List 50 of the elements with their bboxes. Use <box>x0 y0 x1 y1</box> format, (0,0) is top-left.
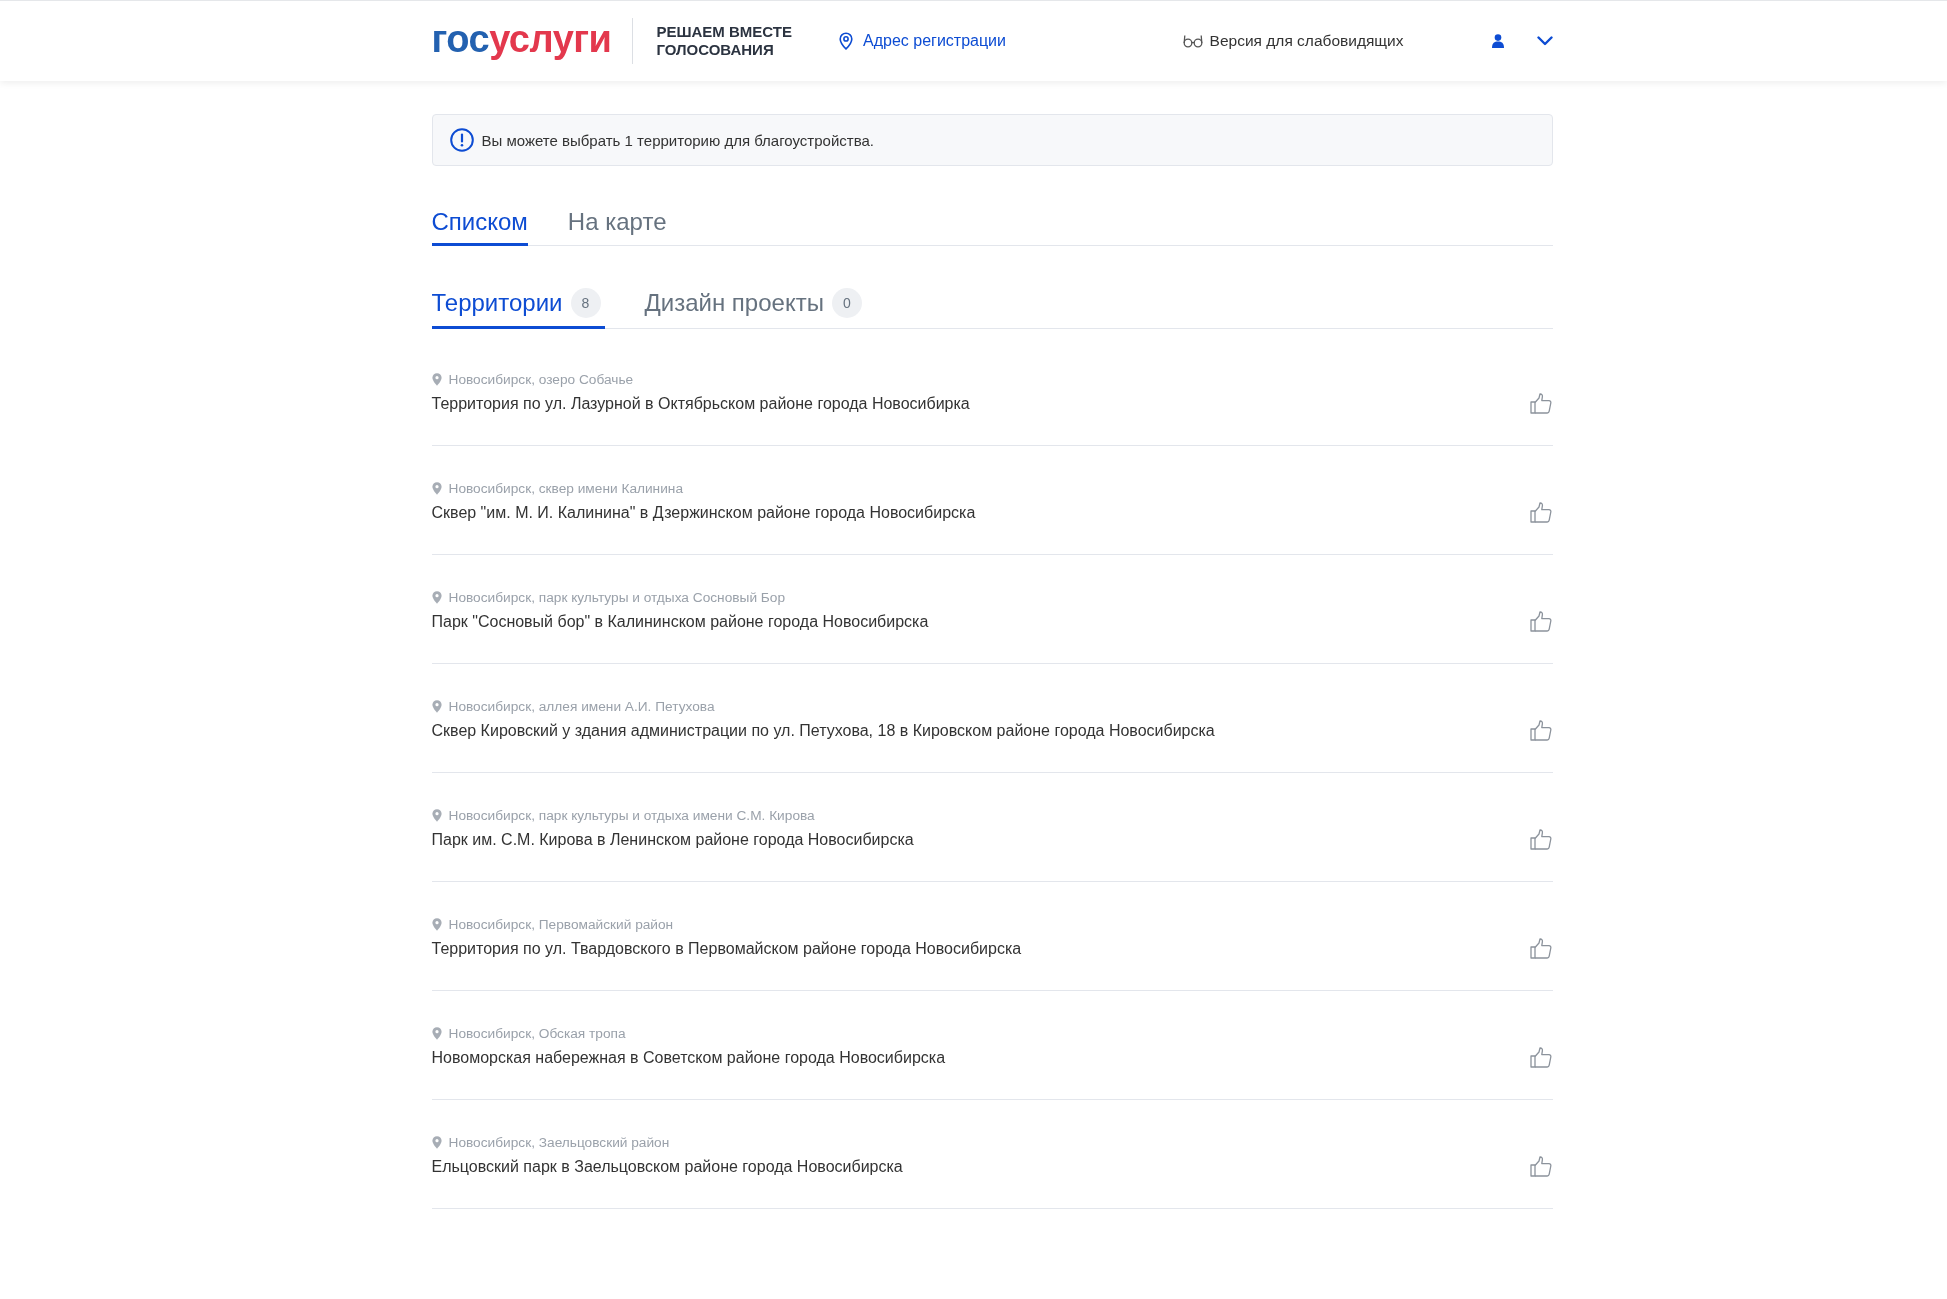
territory-title[interactable]: Сквер "им. М. И. Калинина" в Дзержинском районе города Новосибирска <box>431 503 1530 523</box>
thumbs-up-icon[interactable] <box>1529 938 1552 959</box>
location-pin-icon <box>431 699 442 713</box>
category-tab[interactable]: Дизайн проекты 0 <box>644 288 866 329</box>
location-text: Новосибирск, сквер имени Калинина <box>448 480 683 496</box>
location-text: Новосибирск, парк культуры и отдыха имени С.М. Кирова <box>448 807 815 823</box>
view-tab[interactable]: Списком <box>431 207 528 246</box>
location-pin-icon <box>431 590 442 604</box>
location-pin-icon <box>431 1026 442 1040</box>
location-text: Новосибирск, Первомайский район <box>448 916 674 932</box>
territory-title[interactable]: Сквер Кировский у здания администрации по ул. Петухова, 18 в Кировском районе города Новосибирска <box>431 721 1530 741</box>
slogan: РЕШАЕМ ВМЕСТЕ ГОЛОСОВАНИЯ <box>656 23 792 59</box>
accessibility-link[interactable]: Версия для слабовидящих <box>1209 32 1404 50</box>
territory-title[interactable]: Ельцовский парк в Заельцовском районе города Новосибирска <box>431 1157 1530 1177</box>
count-badge: 8 <box>570 288 601 318</box>
location-text: Новосибирск, парк культуры и отдыха Сосновый Бор <box>448 589 786 605</box>
territory-title[interactable]: Новоморская набережная в Советском районе города Новосибирска <box>431 1048 1530 1068</box>
thumbs-up-icon[interactable] <box>1529 502 1552 523</box>
logo[interactable]: госуслуги <box>431 19 612 63</box>
count-badge: 0 <box>831 288 862 318</box>
user-icon[interactable] <box>1491 34 1504 48</box>
location-pin-icon <box>431 1135 442 1149</box>
territory-title[interactable]: Парк им. С.М. Кирова в Ленинском районе города Новосибирска <box>431 830 1530 850</box>
exclamation-circle-icon <box>449 128 474 152</box>
thumbs-up-icon[interactable] <box>1529 611 1552 632</box>
location-pin-icon <box>431 372 442 386</box>
notice-text: Вы можете выбрать 1 территорию для благоустройства. <box>481 131 874 149</box>
location-pin-icon <box>431 481 442 495</box>
location-text: Новосибирск, аллея имени А.И. Петухова <box>448 698 715 714</box>
tab-label: Территории <box>431 288 563 318</box>
territory-title[interactable]: Территория по ул. Лазурной в Октябрьском районе города Новосибирка <box>431 394 1530 414</box>
tab-label: Дизайн проекты <box>644 288 824 318</box>
location-pin-icon <box>431 917 442 931</box>
category-tab[interactable]: Территории 8 <box>431 288 605 329</box>
chevron-down-icon[interactable] <box>1536 36 1553 46</box>
location-text: Новосибирск, Заельцовский район <box>448 1134 670 1150</box>
glasses-icon <box>1182 34 1203 48</box>
address-link[interactable]: Адрес регистрации <box>863 32 1006 50</box>
thumbs-up-icon[interactable] <box>1529 720 1552 741</box>
territory-title[interactable]: Парк "Сосновый бор" в Калининском районе города Новосибирска <box>431 612 1530 632</box>
thumbs-up-icon[interactable] <box>1529 393 1552 414</box>
location-text: Новосибирск, Обская тропа <box>448 1025 626 1041</box>
thumbs-up-icon[interactable] <box>1529 1156 1552 1177</box>
location-pin-icon <box>431 808 442 822</box>
thumbs-up-icon[interactable] <box>1529 829 1552 850</box>
view-tab[interactable]: На карте <box>567 207 667 246</box>
thumbs-up-icon[interactable] <box>1529 1047 1552 1068</box>
location-pin-icon <box>839 32 853 50</box>
territory-title[interactable]: Территория по ул. Твардовского в Первомайском районе города Новосибирска <box>431 939 1530 959</box>
location-text: Новосибирск, озеро Собачье <box>448 371 634 387</box>
